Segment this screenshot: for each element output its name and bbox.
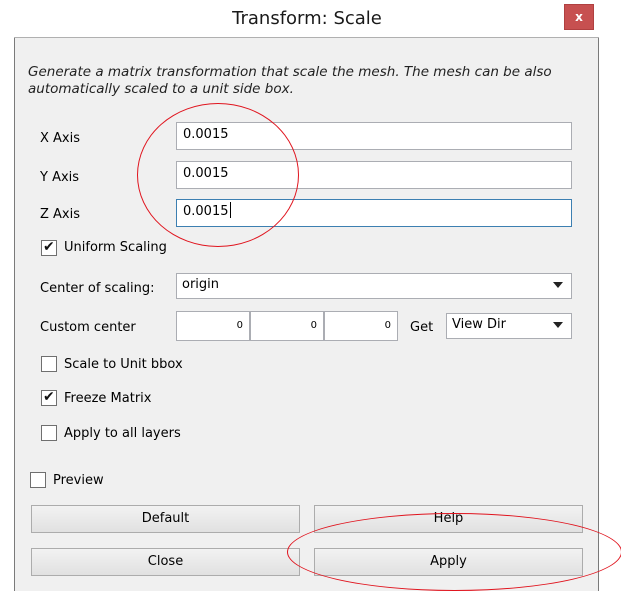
annotation-circle-apply: [287, 513, 621, 591]
default-button[interactable]: Default: [31, 505, 300, 533]
center-of-scaling-select[interactable]: origin: [176, 273, 572, 299]
scale-to-unit-bbox-label: Scale to Unit bbox: [64, 357, 183, 372]
apply-to-all-layers-label: Apply to all layers: [64, 426, 181, 441]
window-frame-left: [14, 37, 15, 591]
scale-to-unit-bbox-checkbox[interactable]: [41, 356, 57, 372]
dialog-description: Generate a matrix transformation that sc…: [28, 64, 552, 97]
y-axis-label: Y Axis: [40, 170, 80, 185]
custom-center-z-input[interactable]: 0: [324, 311, 398, 341]
preview-checkbox[interactable]: [30, 472, 46, 488]
preview-label: Preview: [53, 473, 104, 488]
freeze-matrix-checkbox[interactable]: [41, 389, 57, 406]
close-button[interactable]: Close: [31, 548, 300, 576]
z-axis-label: Z Axis: [40, 207, 81, 222]
chevron-down-icon: [553, 322, 563, 328]
get-label: Get: [410, 320, 434, 335]
center-of-scaling-label: Center of scaling:: [40, 281, 155, 296]
direction-value: View Dir: [452, 317, 506, 332]
custom-center-label: Custom center: [40, 320, 136, 335]
window-title: Transform: Scale: [232, 8, 382, 29]
custom-center-x-input[interactable]: 0: [176, 311, 250, 341]
custom-center-y-input[interactable]: 0: [250, 311, 324, 341]
direction-select[interactable]: View Dir: [446, 313, 572, 339]
window-frame-right: [598, 37, 599, 591]
apply-to-all-layers-checkbox[interactable]: [41, 425, 57, 441]
center-of-scaling-value: origin: [182, 277, 220, 292]
close-icon[interactable]: x: [564, 4, 594, 30]
freeze-matrix-label: Freeze Matrix: [64, 391, 152, 406]
annotation-circle-axis-fields: [137, 103, 299, 247]
uniform-scaling-label: Uniform Scaling: [64, 240, 167, 255]
window-frame-top: [14, 37, 599, 38]
uniform-scaling-checkbox[interactable]: [41, 239, 57, 256]
x-axis-label: X Axis: [40, 131, 81, 146]
chevron-down-icon: [553, 282, 563, 288]
